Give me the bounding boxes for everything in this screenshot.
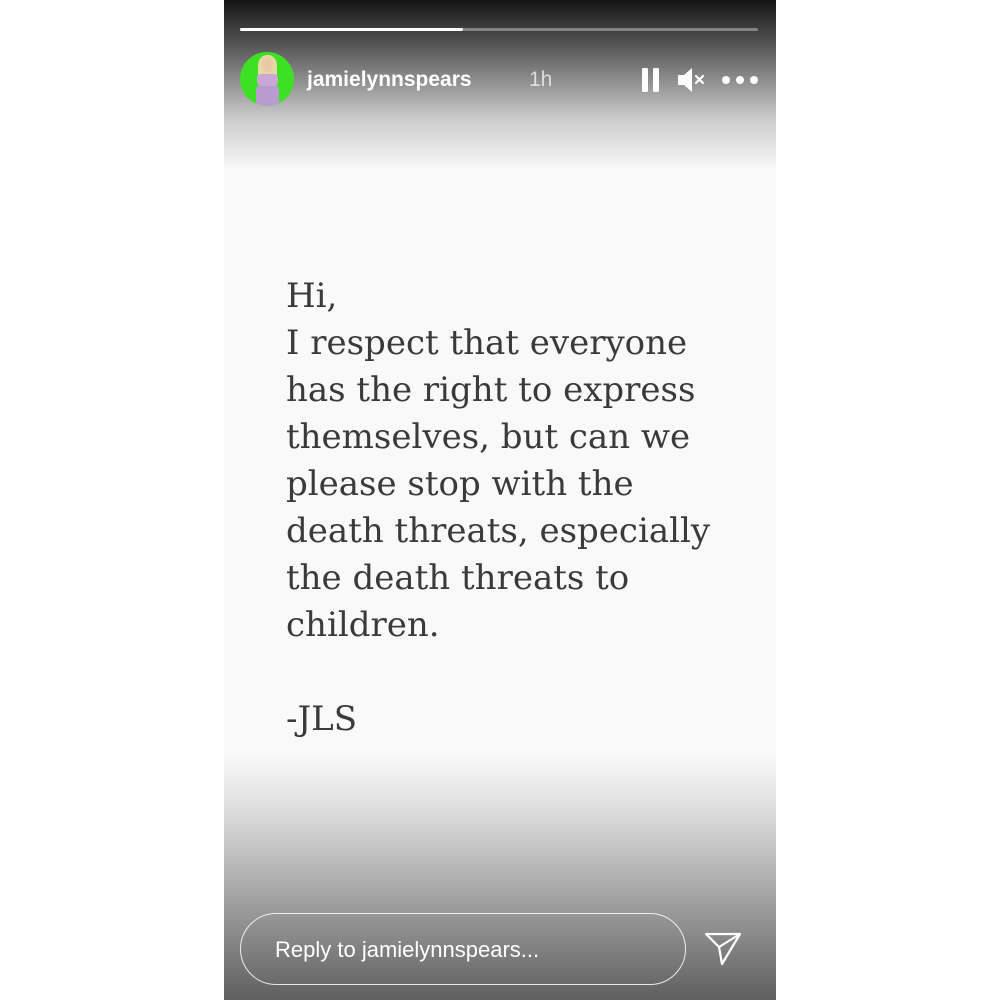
message-spacer	[286, 649, 756, 696]
avatar-pants	[256, 86, 279, 106]
message-signature: -JLS	[286, 699, 357, 739]
story-progress-bar	[240, 28, 758, 31]
message-line: death threats, especially	[286, 511, 711, 551]
message-line: the death threats to	[286, 558, 630, 598]
avatar-face	[262, 58, 273, 72]
story-header: jamielynnspears 1h	[240, 52, 760, 108]
send-icon[interactable]	[702, 928, 744, 970]
message-line: has the right to express	[286, 370, 696, 410]
story-viewer[interactable]: jamielynnspears 1h Hi, I respect that ev…	[224, 0, 776, 1000]
message-line: I respect that everyone	[286, 323, 688, 363]
more-options-icon[interactable]	[720, 70, 760, 90]
post-time: 1h	[529, 68, 553, 91]
avatar-top	[257, 74, 278, 86]
avatar[interactable]	[240, 52, 294, 106]
reply-placeholder: Reply to jamielynnspears...	[275, 937, 540, 962]
message-line: children.	[286, 605, 440, 645]
username-link[interactable]: jamielynnspears	[307, 67, 472, 93]
message-line: Hi,	[286, 276, 338, 316]
message-line: themselves, but can we	[286, 417, 691, 457]
pause-icon[interactable]	[640, 67, 662, 93]
speaker-muted-icon[interactable]	[676, 66, 706, 94]
message-line: please stop with the	[286, 464, 634, 504]
story-progress-fill	[240, 28, 463, 31]
reply-input[interactable]: Reply to jamielynnspears...	[240, 913, 686, 985]
story-text: Hi, I respect that everyone has the righ…	[286, 273, 756, 743]
